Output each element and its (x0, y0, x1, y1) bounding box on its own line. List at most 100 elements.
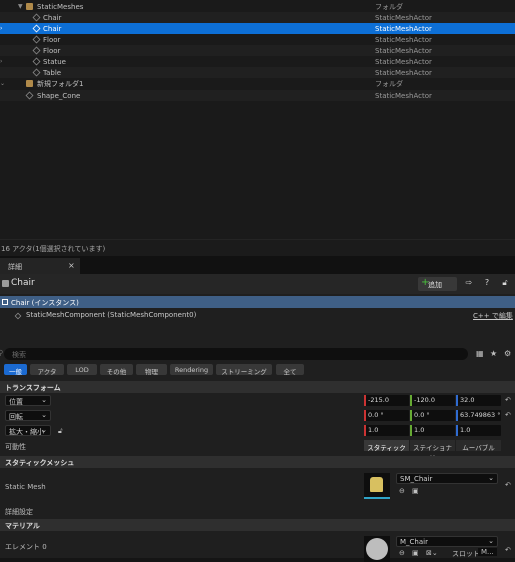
material-asset-dropdown[interactable]: M_Chair ⌄ (396, 536, 498, 547)
row-name: Statue (43, 57, 66, 66)
details-search-input[interactable]: ⚲ 検索 (0, 348, 468, 360)
close-icon[interactable]: × (68, 261, 75, 270)
location-x-field[interactable]: -215.0 (364, 395, 409, 406)
filter-misc[interactable]: その他 (100, 364, 133, 376)
scale-x-field[interactable]: 1.0 (364, 425, 409, 436)
filter-bar: 一般 アクタ LOD その他 物理 Rendering ストリーミング 全て (0, 364, 515, 376)
lock-icon[interactable]: 🔓︎ (499, 278, 511, 290)
rotation-label: 回転 (9, 413, 23, 421)
outliner-row-staticmeshes[interactable]: ▼ StaticMeshes フォルダ (0, 1, 515, 12)
blueprint-icon[interactable]: ⇨ (463, 278, 475, 290)
section-transform[interactable]: トランスフォーム (0, 381, 515, 393)
element-label: エレメント 0 (5, 543, 47, 551)
section-static-mesh[interactable]: スタティックメッシュ (0, 456, 515, 468)
chevron-down-icon: ⌄ (41, 426, 47, 434)
reset-icon[interactable]: ↶ (505, 546, 511, 554)
filter-lod[interactable]: LOD (67, 364, 97, 375)
reset-icon[interactable]: ↶ (505, 481, 511, 489)
outliner-row-table[interactable]: Table StaticMeshActor (0, 67, 515, 78)
reset-icon[interactable]: ↶ (505, 411, 511, 419)
browse-folder-icon[interactable]: ▣ (412, 487, 419, 495)
outliner-row-statue[interactable]: › Statue StaticMeshActor (0, 56, 515, 67)
filter-all[interactable]: 全て (276, 364, 304, 376)
material-thumbnail[interactable] (364, 536, 390, 562)
slot-dropdown[interactable]: M... (478, 548, 497, 556)
location-label: 位置 (9, 398, 23, 406)
search-icon: ⚲ (0, 349, 4, 357)
mesh-thumbnail[interactable] (364, 473, 390, 499)
filter-actor[interactable]: アクタ (30, 364, 64, 376)
tab-label: 詳細 (8, 263, 22, 271)
component-root-selected[interactable]: Chair (インスタンス) (0, 296, 515, 308)
value: 1.0 (460, 426, 471, 434)
row-name: Table (43, 68, 62, 77)
chair-thumbnail-icon (370, 477, 383, 492)
static-mesh-icon (32, 68, 41, 77)
row-name: Shape_Cone (37, 91, 81, 100)
rotation-z-field[interactable]: 63.749863 ° (456, 410, 501, 421)
browse-folder-icon[interactable]: ▣ (412, 549, 419, 557)
rotation-y-field[interactable]: 0.0 ° (410, 410, 455, 421)
outliner-row-new-folder[interactable]: ⌄ 新規フォルダ1 フォルダ (0, 78, 515, 89)
browse-back-icon[interactable]: ⊖ (399, 487, 405, 495)
outliner-row-floor[interactable]: Floor StaticMeshActor (0, 34, 515, 45)
reset-icon[interactable]: ↶ (505, 396, 511, 404)
location-z-field[interactable]: 32.0 (456, 395, 501, 406)
chevron-down-icon[interactable]: ⌄ (0, 80, 5, 87)
scale-row: 拡大・縮小 ⌄ 🔓︎ 1.0 1.0 1.0 (0, 424, 515, 439)
static-mesh-icon (32, 57, 41, 66)
filter-general[interactable]: 一般 (4, 364, 27, 376)
add-component-button[interactable]: + 追加 (418, 277, 457, 291)
material-options-icon[interactable]: ⊠⌄ (426, 549, 438, 557)
row-type: StaticMeshActor (375, 24, 432, 33)
filter-rendering[interactable]: Rendering (170, 364, 213, 375)
component-label: Chair (インスタンス) (11, 299, 79, 307)
filter-streaming[interactable]: ストリーミング (216, 364, 272, 376)
expand-arrow-icon[interactable]: ▼ (18, 3, 23, 10)
mobility-stationary-option[interactable]: ステイショナリ (410, 440, 455, 462)
value: 0.0 ° (368, 411, 384, 419)
outliner-row-chair-selected[interactable]: › Chair StaticMeshActor (0, 23, 515, 34)
folder-icon (26, 80, 33, 87)
star-icon[interactable]: ★ (490, 349, 497, 358)
lock-icon[interactable]: 🔓︎ (58, 427, 63, 436)
component-label: StaticMeshComponent (StaticMeshComponent… (26, 311, 197, 319)
chevron-down-icon: ⌄ (488, 474, 494, 482)
world-outliner: ▼ StaticMeshes フォルダ Chair StaticMeshActo… (0, 0, 515, 239)
chevron-right-icon[interactable]: › (0, 58, 2, 65)
scale-y-field[interactable]: 1.0 (410, 425, 455, 436)
row-name: 新規フォルダ1 (37, 79, 84, 88)
chevron-right-icon[interactable]: › (0, 25, 2, 32)
rotation-mode-dropdown[interactable]: 回転 ⌄ (5, 410, 51, 421)
details-panel: Chair + 追加 ⇨ ? 🔓︎ Chair (インスタンス) StaticM… (0, 274, 515, 562)
outliner-row-floor[interactable]: Floor StaticMeshActor (0, 45, 515, 56)
component-row-staticmesh[interactable]: StaticMeshComponent (StaticMeshComponent… (0, 310, 515, 322)
location-y-field[interactable]: -120.0 (410, 395, 455, 406)
outliner-row-shape-cone[interactable]: Shape_Cone StaticMeshActor (0, 90, 515, 101)
advanced-row[interactable]: 詳細設定 (0, 504, 515, 519)
mobility-static-option[interactable]: スタティック (364, 440, 409, 452)
scale-z-field[interactable]: 1.0 (456, 425, 501, 436)
mobility-movable-option[interactable]: ムーバブル (456, 440, 501, 452)
browse-back-icon[interactable]: ⊖ (399, 549, 405, 557)
row-type: StaticMeshActor (375, 68, 432, 77)
value: 63.749863 ° (460, 411, 501, 419)
chevron-down-icon: ⌄ (41, 411, 47, 419)
row-name: Floor (43, 35, 61, 44)
gear-icon[interactable]: ⚙ (504, 349, 511, 358)
grid-view-icon[interactable]: ▦ (476, 349, 484, 358)
row-name: Chair (43, 13, 62, 22)
rotation-x-field[interactable]: 0.0 ° (364, 410, 409, 421)
location-mode-dropdown[interactable]: 位置 ⌄ (5, 395, 51, 406)
scale-mode-dropdown[interactable]: 拡大・縮小 ⌄ (5, 425, 51, 436)
outliner-row-chair[interactable]: Chair StaticMeshActor (0, 12, 515, 23)
section-materials[interactable]: マテリアル (0, 519, 515, 531)
actor-icon (2, 299, 8, 305)
advanced-label: 詳細設定 (5, 508, 33, 516)
edit-in-cpp-link[interactable]: C++ で編集 (473, 311, 513, 321)
static-mesh-asset-dropdown[interactable]: SM_Chair ⌄ (396, 473, 498, 484)
chevron-down-icon: ⌄ (488, 537, 494, 545)
filter-physics[interactable]: 物理 (136, 364, 167, 376)
help-icon[interactable]: ? (481, 278, 493, 290)
tab-details[interactable]: 詳細 × (0, 258, 80, 274)
